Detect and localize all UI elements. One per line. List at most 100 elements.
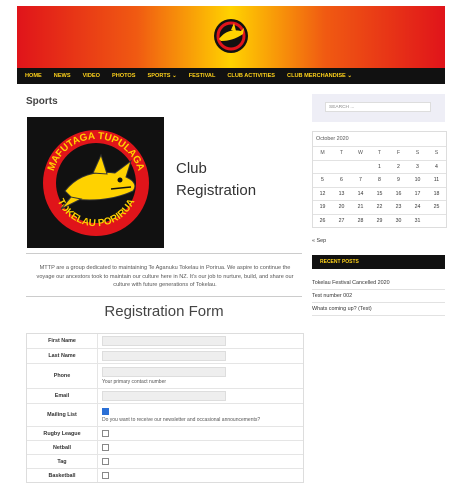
netball-checkbox[interactable] xyxy=(102,444,109,451)
calendar-day: 19 xyxy=(313,200,332,214)
form-row-last-name: Last Name xyxy=(27,349,303,364)
mailing-list-help: Do you want to receive our newsletter an… xyxy=(102,416,261,423)
calendar-day: 25 xyxy=(427,200,446,214)
recent-post-link[interactable]: Tokelau Festival Cancelled 2020 xyxy=(312,280,445,286)
calendar-day-header: W xyxy=(351,146,370,160)
calendar-day-header: S xyxy=(408,146,427,160)
last-name-label: Last Name xyxy=(27,349,98,363)
email-input[interactable] xyxy=(102,391,226,401)
calendar-day: 15 xyxy=(370,186,389,201)
divider xyxy=(26,296,302,297)
nav-photos[interactable]: PHOTOS xyxy=(106,73,142,79)
basketball-label: Basketball xyxy=(27,469,98,482)
form-row-first-name: First Name xyxy=(27,334,303,349)
form-row-tag: Tag xyxy=(27,455,303,469)
nav-home[interactable]: HOME xyxy=(17,73,48,79)
calendar-day: 1 xyxy=(370,159,389,174)
calendar-day: 21 xyxy=(351,200,370,214)
registration-form: First Name Last Name Phone Your primary … xyxy=(26,333,304,483)
calendar-day: 11 xyxy=(427,173,446,187)
club-logo: MAFUTAGA TUPULAGA TOKELAU PORIRUA xyxy=(27,117,164,248)
calendar-grid: M T W T F S S 1 2 3 4 5 6 7 8 9 10 11 12… xyxy=(313,146,446,227)
calendar-day: 13 xyxy=(332,186,351,201)
first-name-input[interactable] xyxy=(102,336,226,346)
intro-text: MTTP are a group dedicated to maintainin… xyxy=(36,265,294,288)
nav-club-merchandise[interactable]: CLUB MERCHANDISE ⌄ xyxy=(281,73,358,79)
calendar-day: 10 xyxy=(408,173,427,187)
calendar-day: 8 xyxy=(370,173,389,187)
calendar-day xyxy=(313,159,332,174)
calendar-day: 18 xyxy=(427,186,446,201)
divider xyxy=(312,302,445,303)
calendar-day-header: M xyxy=(313,146,332,160)
recent-post-link[interactable]: Test number 002 xyxy=(312,293,445,299)
nav-festival[interactable]: FESTIVAL xyxy=(183,73,222,79)
calendar-day: 29 xyxy=(370,213,389,228)
calendar-day: 3 xyxy=(408,159,427,174)
calendar-day: 31 xyxy=(408,213,427,228)
tag-checkbox[interactable] xyxy=(102,458,109,465)
first-name-label: First Name xyxy=(27,334,98,348)
calendar-day xyxy=(332,159,351,174)
calendar-day xyxy=(351,159,370,174)
calendar-day-header: T xyxy=(332,146,351,160)
netball-label: Netball xyxy=(27,441,98,454)
calendar-day-header: S xyxy=(427,146,446,160)
nav-video[interactable]: VIDEO xyxy=(77,73,106,79)
recent-post-link[interactable]: Whats coming up? (Test) xyxy=(312,306,445,312)
phone-label: Phone xyxy=(27,364,98,388)
club-heading-line1: Club xyxy=(176,160,207,177)
calendar-day: 4 xyxy=(427,159,446,174)
club-registration-heading: Club Registration xyxy=(176,158,256,202)
form-row-mailing-list: Mailing List Do you want to receive our … xyxy=(27,404,303,427)
calendar-day: 7 xyxy=(351,173,370,187)
last-name-input[interactable] xyxy=(102,351,226,361)
mailing-list-label: Mailing List xyxy=(27,404,98,426)
search-input[interactable]: SEARCH ... xyxy=(325,102,431,112)
form-row-basketball: Basketball xyxy=(27,469,303,482)
rugby-league-checkbox[interactable] xyxy=(102,430,109,437)
calendar-day: 14 xyxy=(351,186,370,201)
calendar-widget: October 2020 M T W T F S S 1 2 3 4 5 6 7… xyxy=(312,131,447,228)
recent-posts-heading: RECENT POSTS xyxy=(312,255,445,269)
calendar-caption: October 2020 xyxy=(316,136,349,142)
calendar-day xyxy=(427,213,446,228)
form-title: Registration Form xyxy=(104,303,224,320)
main-nav: HOME NEWS VIDEO PHOTOS SPORTS ⌄ FESTIVAL… xyxy=(17,68,445,84)
nav-club-activities[interactable]: CLUB ACTIVITIES xyxy=(221,73,281,79)
page-title: Sports xyxy=(26,96,58,107)
divider xyxy=(26,253,302,254)
calendar-day-header: T xyxy=(370,146,389,160)
divider xyxy=(312,289,445,290)
nav-news[interactable]: NEWS xyxy=(48,73,77,79)
calendar-day: 23 xyxy=(389,200,408,214)
phone-input[interactable] xyxy=(102,367,226,377)
calendar-day-header: F xyxy=(389,146,408,160)
calendar-day: 20 xyxy=(332,200,351,214)
basketball-checkbox[interactable] xyxy=(102,472,109,479)
form-row-netball: Netball xyxy=(27,441,303,455)
calendar-day: 17 xyxy=(408,186,427,201)
calendar-day: 16 xyxy=(389,186,408,201)
phone-help: Your primary contact number xyxy=(102,379,167,385)
club-heading-line2: Registration xyxy=(176,182,257,199)
form-row-email: Email xyxy=(27,389,303,404)
calendar-day: 22 xyxy=(370,200,389,214)
divider xyxy=(312,315,445,316)
calendar-day: 26 xyxy=(313,213,332,228)
email-label: Email xyxy=(27,389,98,403)
calendar-day: 28 xyxy=(351,213,370,228)
calendar-prev-month-link[interactable]: « Sep xyxy=(312,238,326,244)
calendar-day: 30 xyxy=(389,213,408,228)
rugby-league-label: Rugby League xyxy=(27,427,98,440)
nav-sports[interactable]: SPORTS ⌄ xyxy=(142,73,183,79)
club-logo-small[interactable] xyxy=(213,6,249,71)
calendar-day: 9 xyxy=(389,173,408,187)
form-row-rugby-league: Rugby League xyxy=(27,427,303,441)
form-row-phone: Phone Your primary contact number xyxy=(27,364,303,389)
mailing-list-checkbox[interactable] xyxy=(102,407,109,415)
calendar-day: 24 xyxy=(408,200,427,214)
calendar-day: 27 xyxy=(332,213,351,228)
calendar-day: 5 xyxy=(313,173,332,187)
calendar-day: 2 xyxy=(389,159,408,174)
